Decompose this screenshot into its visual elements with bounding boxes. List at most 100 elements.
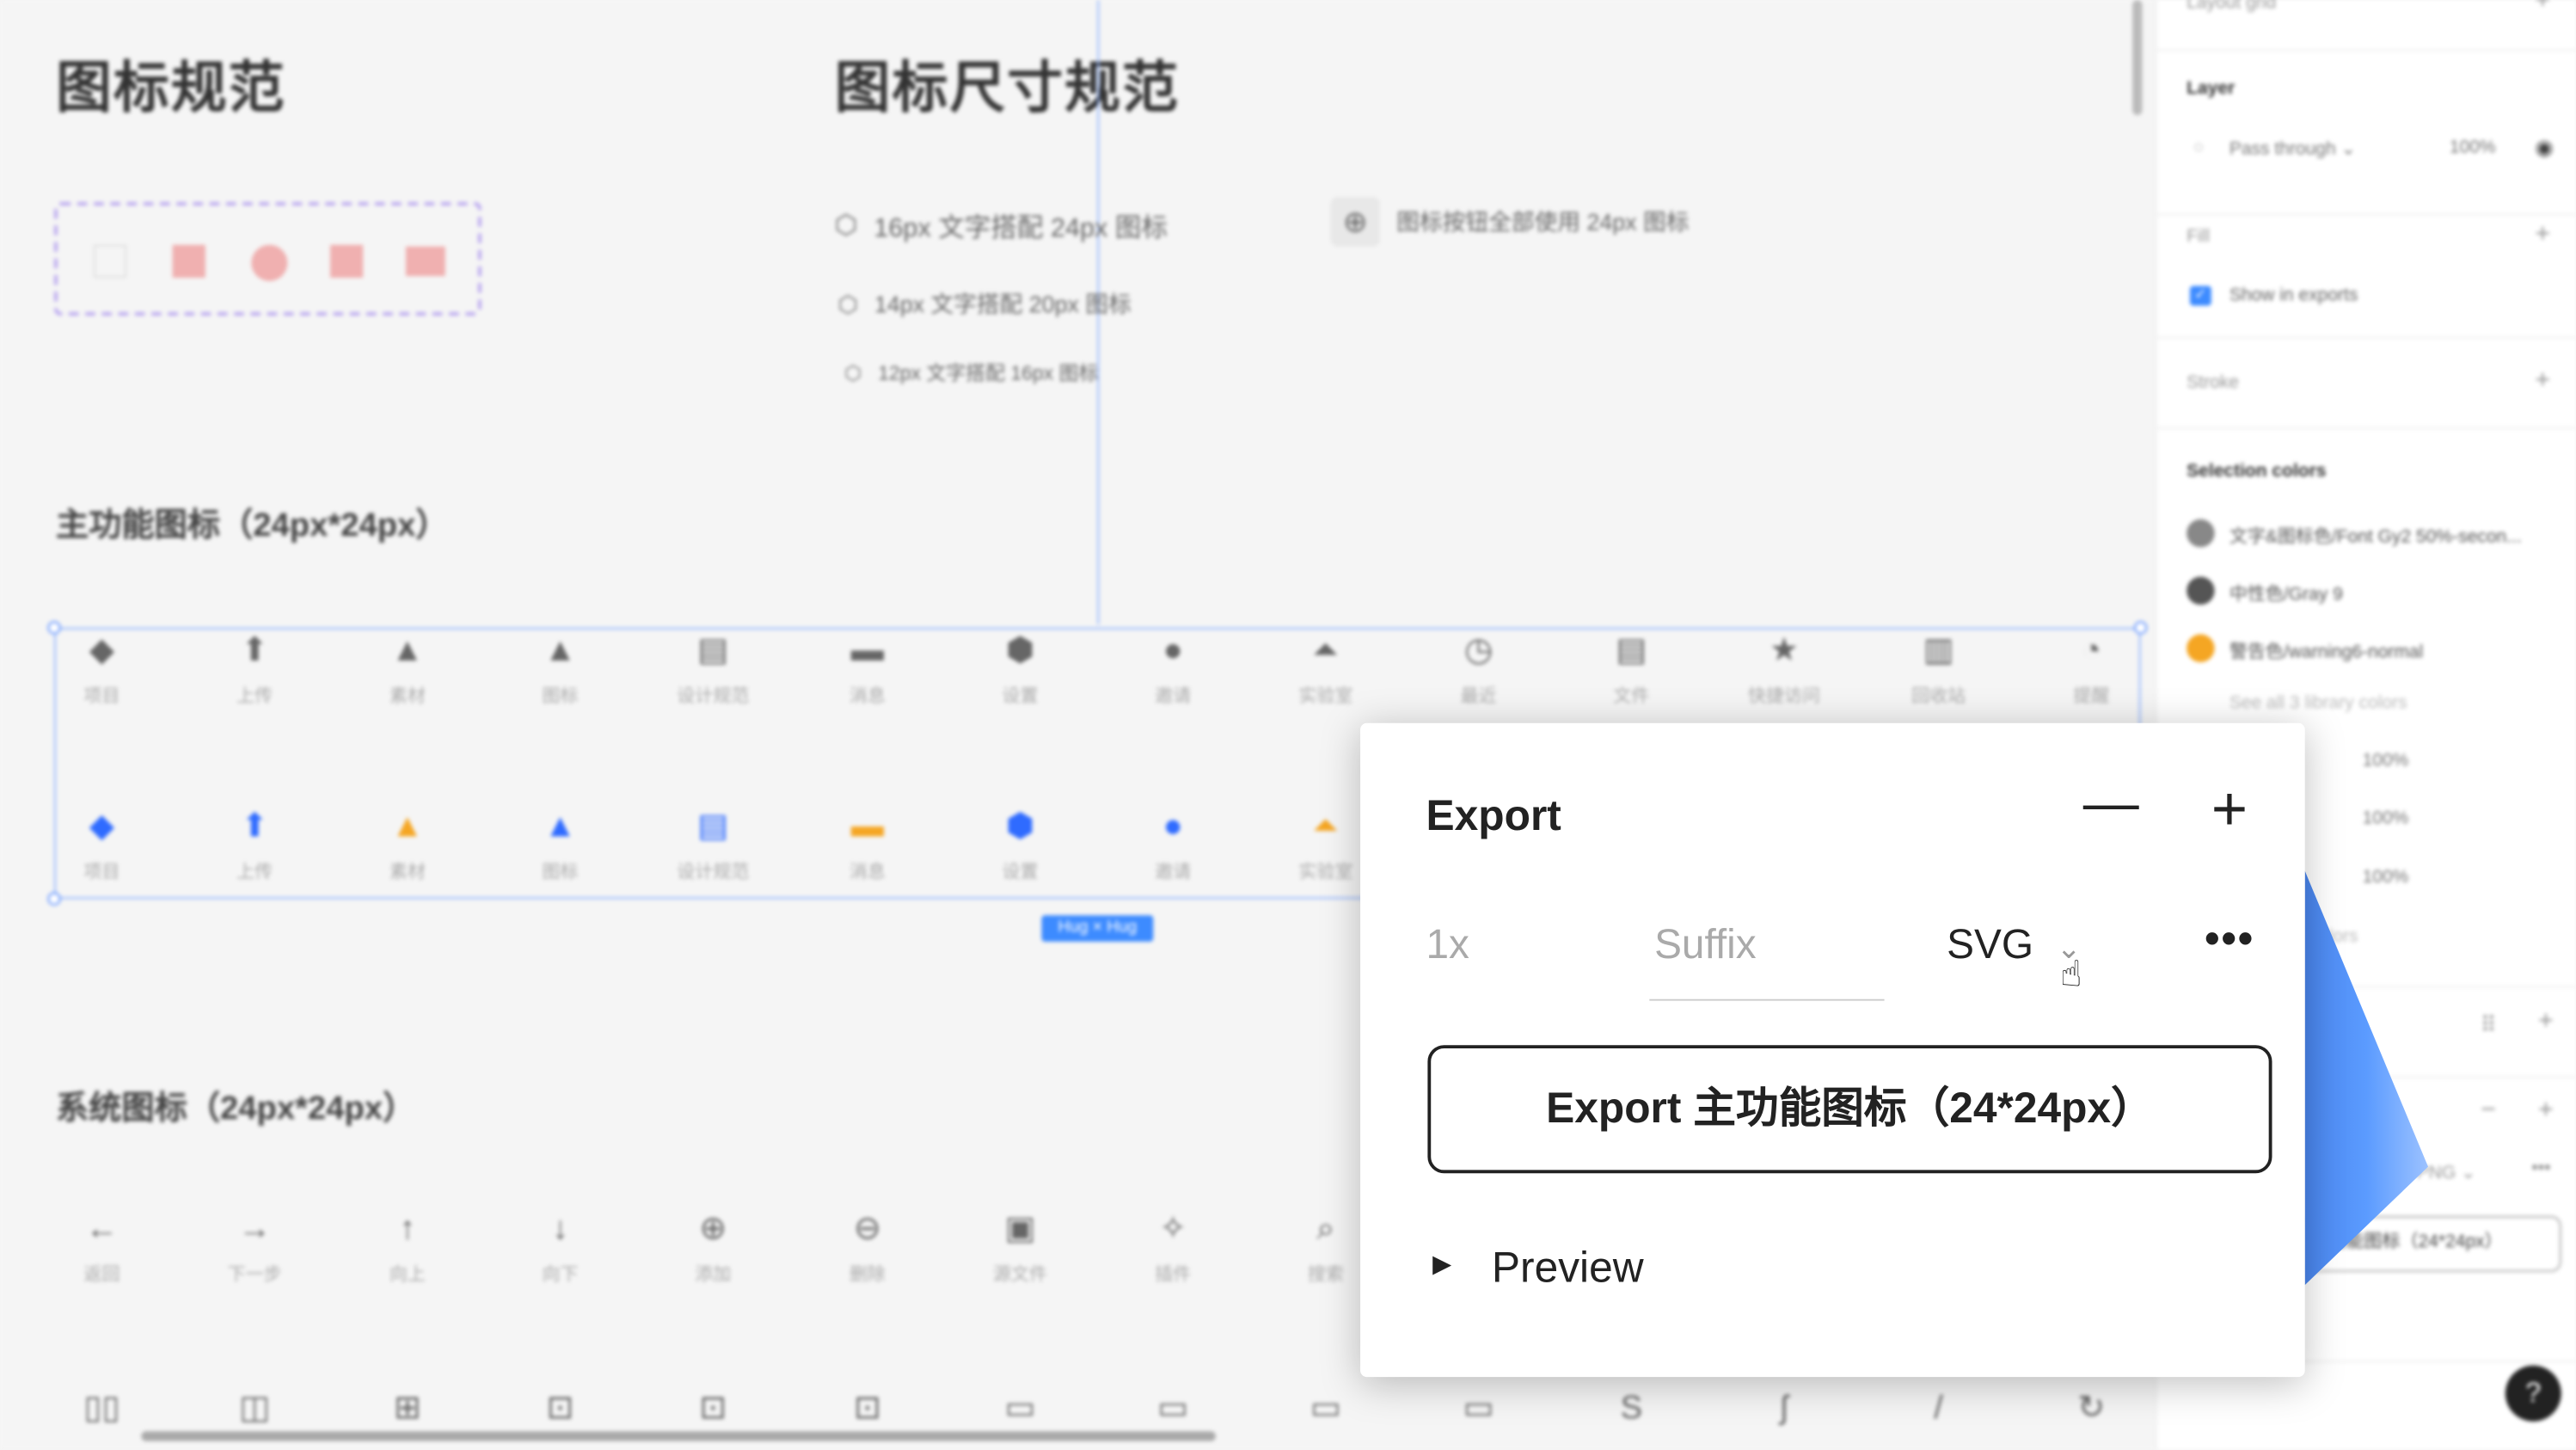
icon-item[interactable]: ▭ <box>1429 1387 1528 1430</box>
icon-item[interactable]: ★ 快捷访问 <box>1735 630 1834 709</box>
vertical-scrollbar[interactable] <box>2132 0 2143 115</box>
layer-opacity[interactable]: 100% <box>2450 138 2496 157</box>
icon-item[interactable]: ↓ 向下 <box>511 1207 610 1287</box>
remove-export-button[interactable]: — <box>2083 772 2139 837</box>
icon-glyph: ● <box>1162 632 1183 669</box>
icon-item[interactable]: ◷ 最近 <box>1429 630 1528 709</box>
icon-item[interactable]: ▲ 图标 <box>511 805 610 884</box>
icon-item[interactable]: ● 邀请 <box>1124 805 1223 884</box>
icon-item[interactable]: ▭ <box>1277 1387 1376 1430</box>
export-popup: Export — + 1x Suffix SVG ⌄ ••• ☝ Export 主… <box>1360 722 2305 1378</box>
icon-item[interactable]: ◆ 项目 <box>52 805 151 884</box>
add-export-icon[interactable]: + <box>2538 1096 2554 1125</box>
icon-item[interactable]: ʃ <box>1735 1387 1834 1430</box>
color-swatch[interactable] <box>2187 634 2215 663</box>
icon-item[interactable]: ↻ <box>2042 1387 2141 1430</box>
export-button[interactable]: Export 主功能图标（24*24px） <box>1427 1045 2272 1174</box>
icon-item[interactable]: ▯▯ <box>52 1387 151 1430</box>
icon-item[interactable]: ▥ 回收站 <box>1889 630 1988 709</box>
add-fill-icon[interactable]: + <box>2535 220 2550 249</box>
grid-styles-icon[interactable]: ⠿ <box>2481 1012 2496 1039</box>
icon-item[interactable]: ⊡ <box>511 1387 610 1430</box>
icon-item[interactable]: ▲ 素材 <box>359 630 457 709</box>
size-rule-14: ⬡ 14px 文字搭配 20px 图标 <box>837 290 1132 317</box>
icon-item[interactable]: S <box>1582 1387 1681 1430</box>
icon-item[interactable]: ▬ 消息 <box>819 630 917 709</box>
icon-glyph: S <box>1620 1390 1643 1427</box>
icon-item[interactable]: ⊕ 添加 <box>664 1207 763 1287</box>
icon-item[interactable]: ◆ 项目 <box>52 630 151 709</box>
icon-item[interactable]: ✧ 插件 <box>1124 1207 1223 1287</box>
icon-label: 向上 <box>389 1265 426 1286</box>
add-export-button[interactable]: + <box>2211 779 2248 842</box>
icon-label: 提醒 <box>2073 686 2110 707</box>
icon-item[interactable]: ⏶ 实验室 <box>1277 630 1376 709</box>
icon-item[interactable]: ▲ 图标 <box>511 630 610 709</box>
icon-glyph: ⊡ <box>546 1390 574 1427</box>
icon-item[interactable]: ▭ <box>1124 1387 1223 1430</box>
icon-item[interactable]: ▤ 设计规范 <box>664 630 763 709</box>
icon-item[interactable]: ⬆ 上传 <box>205 805 304 884</box>
scale-input[interactable]: 1x <box>1426 922 1469 969</box>
icon-item[interactable]: ⊡ <box>664 1387 763 1430</box>
more-options-icon[interactable]: ••• <box>2531 1158 2550 1178</box>
see-all-colors-link[interactable]: See all 3 library colors <box>2229 693 2407 713</box>
icon-item[interactable]: ◫ <box>205 1387 304 1430</box>
icon-glyph: ⊡ <box>853 1390 881 1427</box>
icon-glyph: ▯▯ <box>83 1390 120 1427</box>
icon-item[interactable]: ⬢ 设置 <box>971 805 1070 884</box>
component-set-frame[interactable] <box>54 202 481 316</box>
help-button[interactable]: ? <box>2505 1365 2561 1422</box>
preview-toggle[interactable]: Preview <box>1492 1242 1644 1293</box>
icon-item[interactable]: ▭ <box>971 1387 1070 1430</box>
horizontal-scrollbar[interactable] <box>141 1431 1216 1441</box>
icon-glyph: ← <box>85 1211 119 1248</box>
icon-item[interactable]: ▲ 素材 <box>359 805 457 884</box>
icon-item[interactable]: ⊖ 删除 <box>819 1207 917 1287</box>
opacity-value: 100% <box>2362 808 2409 828</box>
icon-label: 设置 <box>1002 686 1039 707</box>
cube-icon: ⬡ <box>844 360 862 384</box>
cube-icon: ⬡ <box>834 212 858 240</box>
icon-item[interactable]: → 下一步 <box>205 1207 304 1287</box>
remove-export-icon[interactable]: − <box>2481 1096 2496 1125</box>
icon-item[interactable]: ● 邀请 <box>1124 630 1223 709</box>
color-name: 中性色/Gray 9 <box>2229 585 2343 605</box>
icon-item[interactable]: ⬢ 设置 <box>971 630 1070 709</box>
icon-item[interactable]: ▣ 源文件 <box>971 1207 1070 1287</box>
icon-item[interactable]: ⬆ 上传 <box>205 630 304 709</box>
icon-item[interactable]: ▬ 消息 <box>819 805 917 884</box>
icon-label: 快捷访问 <box>1747 686 1821 707</box>
color-swatch[interactable] <box>2187 519 2215 548</box>
icon-label: 返回 <box>83 1265 120 1286</box>
selection-colors-label: Selection colors <box>2187 461 2327 482</box>
icon-glyph: ◷ <box>1463 632 1493 669</box>
icon-item[interactable]: ⊡ <box>819 1387 917 1430</box>
icon-item[interactable]: ◔ 提醒 <box>2042 630 2141 709</box>
add-icon[interactable]: + <box>2538 1007 2554 1036</box>
icon-item[interactable]: ← 返回 <box>52 1207 151 1287</box>
more-options-icon[interactable]: ••• <box>2205 913 2254 964</box>
icon-glyph: ★ <box>1769 632 1800 669</box>
icon-glyph: ⏶ <box>1312 632 1340 669</box>
blend-mode-select[interactable]: Pass through ⌄ <box>2229 138 2356 159</box>
page-title: 图标规范 <box>55 57 286 120</box>
color-swatch[interactable] <box>2187 576 2215 605</box>
add-stroke-icon[interactable]: + <box>2535 366 2550 396</box>
icon-item[interactable]: / <box>1889 1387 1988 1430</box>
icon-item[interactable]: ↑ 向上 <box>359 1207 457 1287</box>
add-layout-grid-icon[interactable]: + <box>2535 0 2550 16</box>
suffix-input[interactable]: Suffix <box>1649 922 1885 1001</box>
show-in-exports-checkbox[interactable]: ✓ <box>2189 286 2211 306</box>
icon-item[interactable]: ▤ 文件 <box>1582 630 1681 709</box>
icon-glyph: ⬆ <box>241 632 269 669</box>
icon-label: 下一步 <box>227 1265 282 1286</box>
icon-item[interactable]: ⊞ <box>359 1387 457 1430</box>
icon-label: 实验室 <box>1298 686 1353 707</box>
icon-glyph: → <box>238 1211 272 1248</box>
icon-item[interactable]: ▤ 设计规范 <box>664 805 763 884</box>
disclosure-triangle-icon[interactable]: ▶ <box>1432 1249 1451 1278</box>
eye-icon[interactable]: ◉ <box>2535 135 2554 162</box>
resize-handle[interactable] <box>47 892 61 906</box>
fill-label: Fill <box>2187 226 2211 247</box>
